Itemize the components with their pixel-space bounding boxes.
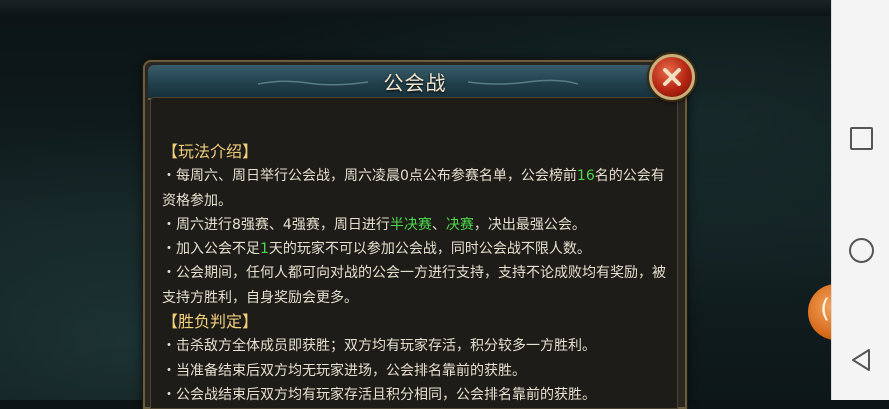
- result-heading: 【胜负判定】: [162, 312, 259, 332]
- rule-line-5: ・击杀敌方全体成员即获胜；双方均有玩家存活，积分较多一方胜利。: [162, 338, 596, 355]
- rule-line-7: ・公会战结束后双方均有玩家存活且积分相同，公会排名靠前的获胜。: [162, 386, 596, 403]
- rule-line-3: ・加入公会不足1天的玩家不可以参加公会战，同时公会战不限人数。: [162, 241, 591, 258]
- triangle-back-icon: [852, 349, 870, 371]
- square-icon: [849, 126, 873, 150]
- intro-heading: 【玩法介绍】: [162, 142, 259, 161]
- rule-line-1: ・每周六、周日举行公会战，周六凌晨0点公布参赛名单，公会榜前16名的公会有资格参…: [162, 168, 665, 209]
- rules-text: 【玩法介绍】 ・每周六、周日举行公会战，周六凌晨0点公布参赛名单，公会榜前16名…: [162, 140, 672, 407]
- dialog-header: 公会战: [148, 65, 682, 100]
- close-button[interactable]: [649, 54, 695, 100]
- home-button[interactable]: [832, 220, 889, 280]
- rule-line-2: ・周六进行8强赛、4强赛，周日进行半决赛、决赛，决出最强公会。: [162, 216, 586, 233]
- close-x-icon: [663, 68, 681, 86]
- rule-line-6: ・当准备结束后双方均无玩家进场，公会排名靠前的获胜。: [162, 362, 526, 379]
- recents-button[interactable]: [832, 108, 889, 168]
- back-button[interactable]: [832, 330, 889, 390]
- android-nav-bar: [831, 0, 889, 400]
- dialog-title: 公会战: [383, 71, 447, 95]
- floating-assistant-icon: (: [820, 294, 831, 324]
- circle-icon: [848, 237, 874, 263]
- rule-line-4: ・公会期间，任何人都可向对战的公会一方进行支持，支持不论成败均有奖励，被支持方胜…: [162, 265, 666, 306]
- top-strip: [0, 0, 831, 16]
